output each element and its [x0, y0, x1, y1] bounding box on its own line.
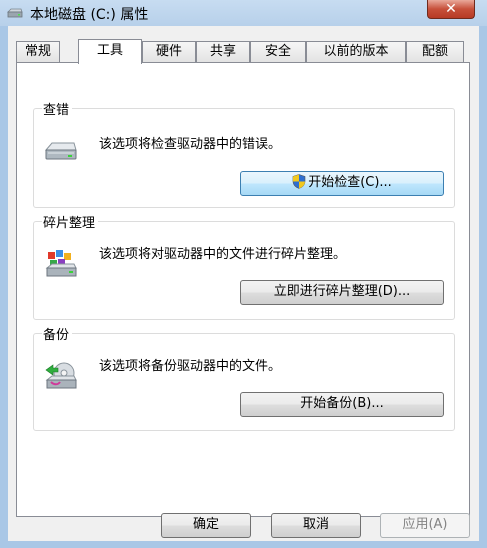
- tab-sharing[interactable]: 共享: [196, 41, 250, 62]
- error-check-group: 查错 该选项将检查驱动器中的错误。 开始检查(C)...: [33, 99, 455, 208]
- close-icon: ✕: [445, 1, 457, 17]
- tab-quota[interactable]: 配额: [406, 41, 464, 62]
- drive-icon: [7, 8, 23, 18]
- backup-icon: [45, 362, 77, 389]
- tab-label: 工具: [96, 43, 123, 58]
- backup-group: 备份 该选项将备份驱动器中的文件。 开始备份(B)...: [33, 324, 455, 431]
- defrag-group: 碎片整理 该选项将对驱动器中的文件进行碎片整理。 立即进行碎片整理(D)...: [33, 212, 455, 320]
- tab-hardware[interactable]: 硬件: [142, 41, 196, 62]
- tab-label: 共享: [209, 44, 236, 59]
- tab-security[interactable]: 安全: [250, 41, 306, 62]
- tab-strip: 常规 工具 硬件 共享 安全 以前的版本 配额: [16, 39, 470, 64]
- tab-previous-versions[interactable]: 以前的版本: [306, 41, 406, 62]
- dialog-client: 常规 工具 硬件 共享 安全 以前的版本 配额 查错 该选项将检查驱动器中的错误…: [8, 26, 479, 541]
- ok-button[interactable]: 确定: [161, 513, 251, 538]
- tab-label: 常规: [24, 44, 51, 59]
- hard-drive-icon: [44, 142, 77, 160]
- group-title: 查错: [42, 99, 73, 118]
- group-description: 该选项将对驱动器中的文件进行碎片整理。: [99, 247, 347, 262]
- cancel-button[interactable]: 取消: [271, 513, 361, 538]
- uac-shield-icon: [292, 174, 306, 189]
- tab-label: 硬件: [155, 44, 182, 59]
- start-backup-button[interactable]: 开始备份(B)...: [240, 392, 444, 417]
- ok-label: 确定: [192, 517, 219, 532]
- apply-button[interactable]: 应用(A): [380, 513, 470, 538]
- tab-gap: [60, 41, 78, 62]
- start-backup-label: 开始备份(B)...: [300, 396, 384, 411]
- tab-label: 配额: [421, 44, 448, 59]
- defrag-now-label: 立即进行碎片整理(D)...: [273, 284, 411, 299]
- window-title: 本地磁盘 (C:) 属性: [30, 7, 149, 23]
- start-check-label: 开始检查(C)...: [308, 175, 392, 190]
- close-button[interactable]: ✕: [427, 0, 475, 19]
- tab-general[interactable]: 常规: [16, 41, 60, 62]
- cancel-label: 取消: [302, 517, 329, 532]
- tab-tools[interactable]: 工具: [78, 39, 142, 64]
- tab-label: 安全: [264, 44, 291, 59]
- tools-panel: 查错 该选项将检查驱动器中的错误。 开始检查(C)... 碎片整理 该选项将对驱…: [16, 62, 470, 517]
- tab-label: 以前的版本: [323, 44, 389, 59]
- defrag-icon: [45, 250, 77, 277]
- apply-label: 应用(A): [402, 517, 448, 532]
- group-title: 备份: [42, 324, 73, 343]
- group-title: 碎片整理: [42, 212, 99, 231]
- group-description: 该选项将检查驱动器中的错误。: [99, 137, 282, 152]
- start-check-button[interactable]: 开始检查(C)...: [240, 171, 444, 196]
- group-description: 该选项将备份驱动器中的文件。: [99, 359, 282, 374]
- title-bar: 本地磁盘 (C:) 属性 ✕: [0, 0, 487, 26]
- defrag-now-button[interactable]: 立即进行碎片整理(D)...: [240, 280, 444, 305]
